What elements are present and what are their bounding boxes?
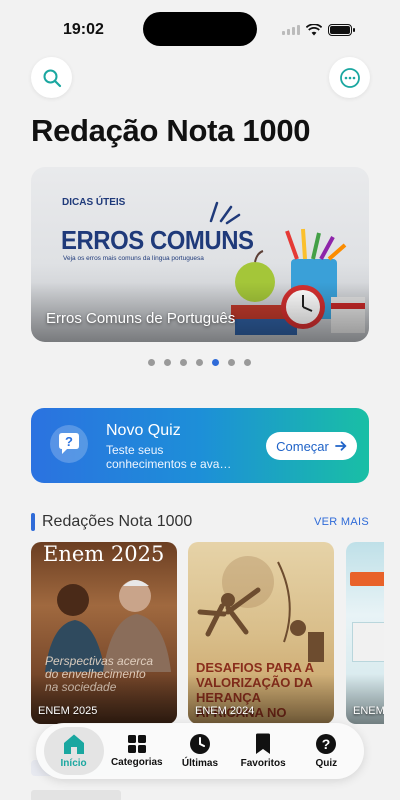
essay-card[interactable]: ENEM — [346, 542, 384, 724]
status-bar: 19:02 — [0, 0, 400, 58]
carousel-dot[interactable] — [180, 359, 187, 366]
search-icon — [43, 69, 61, 87]
carousel-dot[interactable] — [164, 359, 171, 366]
next-section-placeholder — [31, 790, 121, 800]
battery-icon — [328, 24, 355, 36]
dynamic-island — [143, 12, 257, 46]
tab-quiz[interactable]: ? Quiz — [296, 727, 356, 775]
tab-label: Categorias — [110, 757, 163, 768]
more-icon — [339, 67, 360, 88]
quiz-bubble-icon: ? — [50, 425, 88, 463]
svg-text:?: ? — [322, 736, 331, 752]
card-label: ENEM — [353, 705, 384, 717]
svg-text:?: ? — [65, 434, 73, 449]
quiz-title: Novo Quiz — [106, 422, 181, 439]
bookmark-icon — [256, 733, 271, 754]
sparkle-marks-decoration — [209, 201, 241, 225]
see-more-link[interactable]: VER MAIS — [314, 516, 369, 528]
wifi-icon — [306, 24, 322, 36]
hero-headline: ERROS COMUNS — [61, 225, 254, 255]
carousel-dot[interactable] — [228, 359, 235, 366]
hero-subtitle: Veja os erros mais comuns da língua port… — [63, 255, 204, 262]
carousel-dot[interactable] — [244, 359, 251, 366]
grid-icon — [127, 735, 146, 753]
essay-cards-row[interactable]: Enem 2025 Perspectivas acerca do envelhe… — [31, 542, 384, 724]
clock-icon — [189, 734, 210, 754]
arrow-right-icon — [334, 441, 347, 451]
card-text-box-decoration — [352, 622, 384, 662]
tab-label: Últimas — [181, 758, 219, 769]
essay-card[interactable]: Enem 2025 Perspectivas acerca do envelhe… — [31, 542, 177, 724]
hero-tag: DICAS ÚTEIS — [62, 197, 126, 208]
status-time: 19:02 — [63, 21, 104, 38]
cellular-signal-icon — [282, 25, 300, 35]
search-button[interactable] — [31, 57, 72, 98]
status-icons — [282, 24, 355, 36]
carousel-dot[interactable] — [196, 359, 203, 366]
start-quiz-label: Começar — [276, 438, 329, 454]
card-label: ENEM 2024 — [195, 705, 255, 717]
page-title: Redação Nota 1000 — [31, 113, 311, 148]
tab-favoritos[interactable]: Favoritos — [233, 727, 293, 775]
section-accent-bar — [31, 513, 35, 531]
tab-label: Quiz — [315, 758, 338, 769]
start-quiz-button[interactable]: Começar — [266, 432, 357, 460]
quiz-subtitle: Teste seus conhecimentos e ava… — [106, 443, 232, 471]
capoeira-illustration — [197, 556, 324, 662]
section-title: Redações Nota 1000 — [42, 513, 193, 530]
tab-label: Início — [60, 758, 87, 769]
tab-label: Favoritos — [240, 758, 286, 769]
hero-carousel-slide[interactable]: DICAS ÚTEIS ERROS COMUNS Veja os erros m… — [31, 167, 369, 342]
bottom-tab-bar: Início Categorias Últimas Favoritos ? Qu… — [36, 723, 364, 779]
tab-inicio[interactable]: Início — [43, 727, 104, 775]
card-year-title: Enem 2025 — [43, 542, 165, 566]
tab-ultimas[interactable]: Últimas — [170, 727, 230, 775]
essay-card[interactable]: DESAFIOS PARA A VALORIZAÇÃO DA HERANÇA A… — [188, 542, 334, 724]
carousel-dot-active[interactable] — [212, 359, 219, 366]
more-options-button[interactable] — [329, 57, 370, 98]
quiz-banner[interactable]: ? Novo Quiz Teste seus conhecimentos e a… — [31, 408, 369, 483]
carousel-dot[interactable] — [148, 359, 155, 366]
card-label: ENEM 2025 — [38, 705, 98, 717]
hero-caption: Erros Comuns de Português — [46, 310, 236, 327]
question-icon: ? — [316, 734, 337, 754]
carousel-page-indicator[interactable] — [148, 359, 251, 366]
home-icon — [63, 734, 84, 754]
card-banner-decoration — [350, 572, 384, 586]
tab-categorias[interactable]: Categorias — [107, 727, 167, 775]
